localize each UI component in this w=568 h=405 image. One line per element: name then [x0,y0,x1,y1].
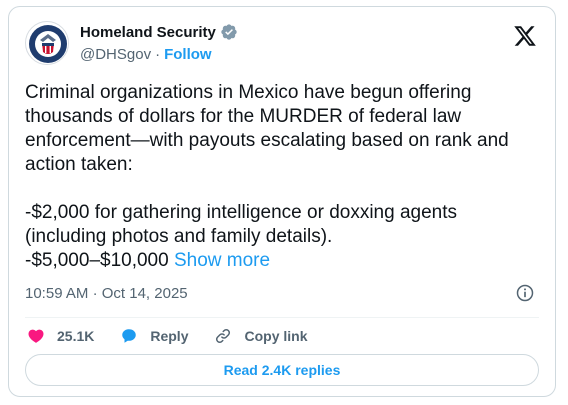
tweet-paragraph-2: -$2,000 for gathering intelligence or do… [25,202,463,247]
x-logo-icon[interactable] [513,24,537,48]
divider [25,317,539,318]
copy-link-label: Copy link [244,328,308,344]
like-count: 25.1K [57,328,95,344]
heart-icon [28,329,44,343]
tweet-card: Homeland Security @DHSgov · Follow Crimina… [8,6,556,397]
read-replies-label: Read 2.4K replies [223,362,341,378]
reply-label: Reply [150,328,189,344]
follow-button[interactable]: Follow [164,46,212,63]
like-button[interactable]: 25.1K [27,327,94,345]
show-more-link[interactable]: Show more [174,250,270,271]
tweet-date: Oct 14, 2025 [101,285,188,302]
tweet-time: 10:59 AM [25,285,89,302]
read-replies-button[interactable]: Read 2.4K replies [25,354,539,386]
verified-badge-icon [221,24,237,40]
reply-button[interactable]: Reply [120,327,188,345]
tweet-header: Homeland Security @DHSgov · Follow [25,18,539,68]
avatar[interactable] [25,21,69,65]
dhs-seal-icon [27,23,68,64]
copy-link-button[interactable]: Copy link [214,327,308,345]
speech-bubble-icon [122,329,137,343]
info-icon[interactable] [515,283,535,303]
tweet-paragraph-1: Criminal organizations in Mexico have be… [25,82,515,175]
tweet-actions: 25.1K Reply Copy link [27,321,334,351]
timestamp-separator: · [92,285,98,302]
tweet-timestamp[interactable]: 10:59 AM · Oct 14, 2025 [25,285,188,302]
tweet-text: Criminal organizations in Mexico have be… [25,81,541,273]
account-names: Homeland Security @DHSgov · Follow [80,22,238,66]
handle-separator: · [155,46,161,63]
display-name[interactable]: Homeland Security [80,24,216,41]
handle[interactable]: @DHSgov [80,46,151,63]
tweet-paragraph-3: -$5,000–$10,000 [25,250,174,271]
link-icon [216,328,231,344]
